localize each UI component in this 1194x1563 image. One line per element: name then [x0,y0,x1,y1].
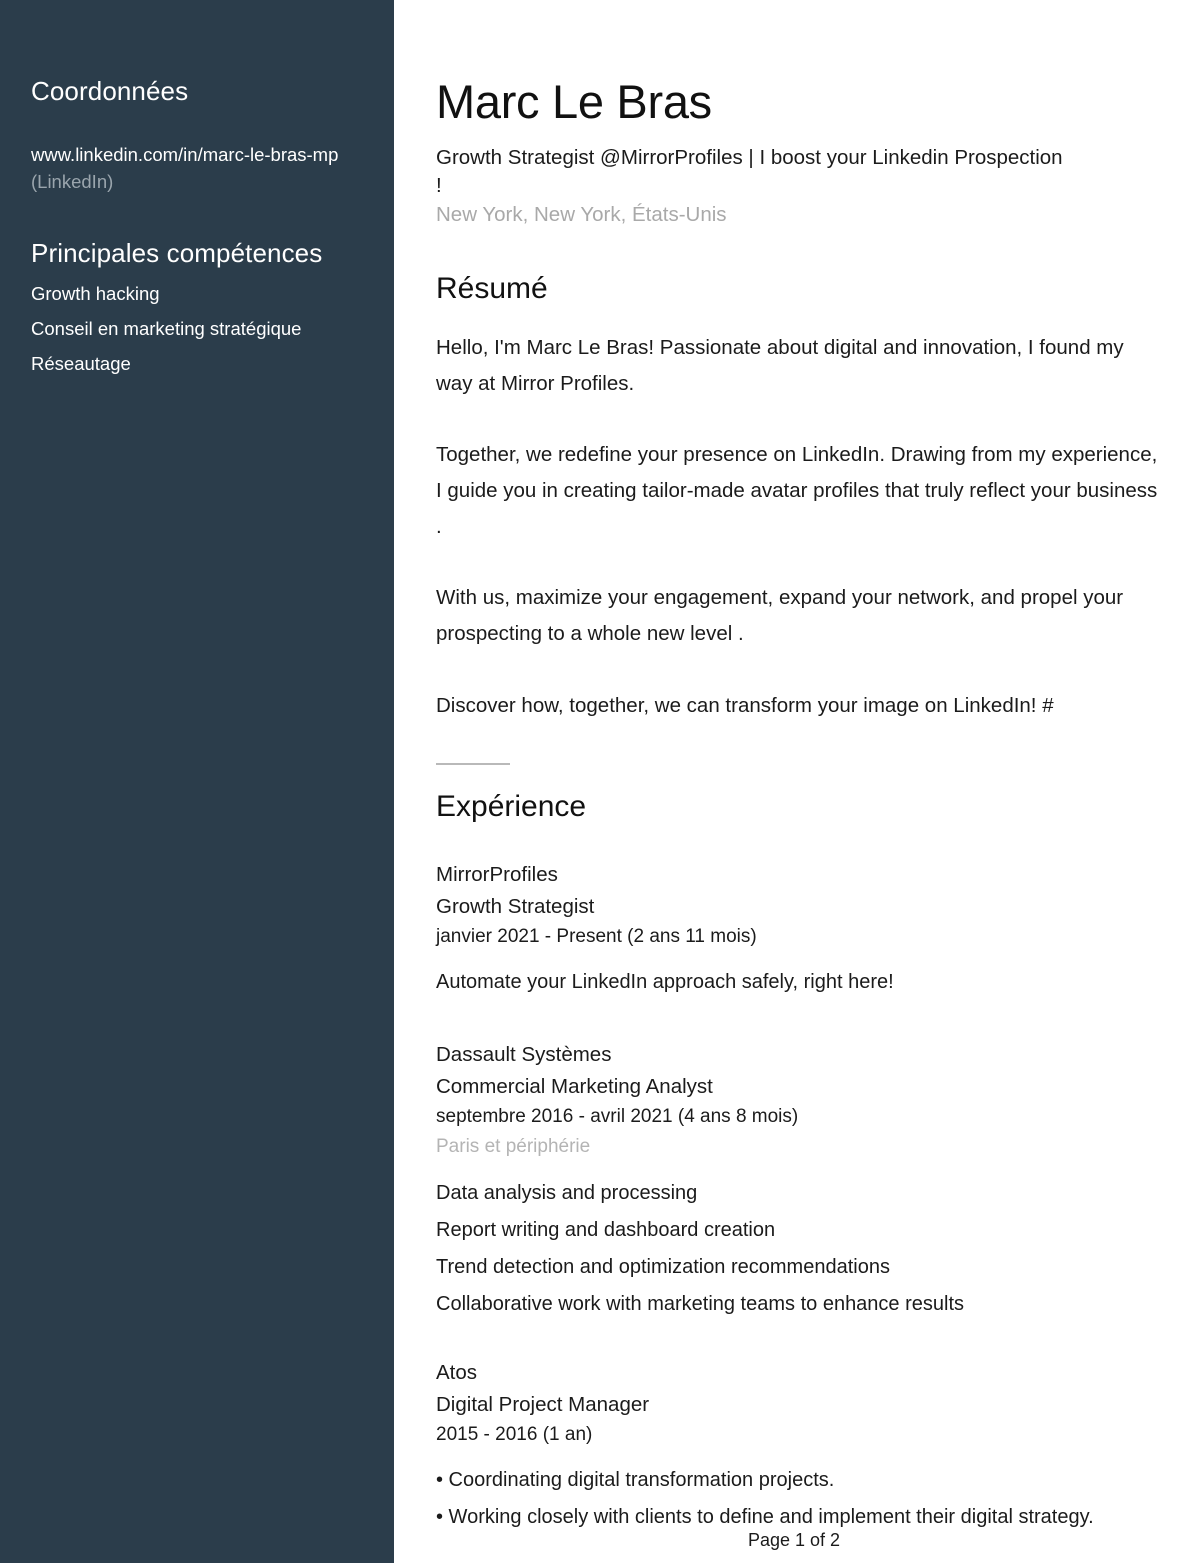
job-dates: 2015 - 2016 (1 an) [436,1424,593,1445]
summary-paragraph: Discover how, together, we can transform… [436,694,1054,717]
job-dates: septembre 2016 - avril 2021 (4 ans 8 moi… [436,1106,799,1127]
sidebar-skill-item: Réseautage [31,353,131,374]
experience-entry: Atos Digital Project Manager 2015 - 2016… [436,1356,1166,1536]
job-bullet: Trend detection and optimization recomme… [436,1256,890,1278]
sidebar-skill-item: Conseil en marketing stratégique [31,318,302,339]
job-dates: janvier 2021 - Present (2 ans 11 mois) [436,926,757,947]
profile-headline: Growth Strategist @MirrorProfiles | I bo… [436,146,1063,197]
sidebar: Coordonnées www.linkedin.com/in/marc-le-… [0,0,394,1563]
linkedin-url-label: (LinkedIn) [31,171,114,192]
job-bullet: Data analysis and processing [436,1182,698,1204]
experience-entry: Dassault Systèmes Commercial Marketing A… [436,1038,1166,1323]
experience-entry: MirrorProfiles Growth Strategist janvier… [436,858,1166,1001]
job-bullet: Collaborative work with marketing teams … [436,1293,965,1315]
job-bullet-list: Automate your LinkedIn approach safely, … [436,964,1166,1001]
linkedin-url-text: www.linkedin.com/in/marc-le-bras-mp [31,144,339,165]
job-bullet: Report writing and dashboard creation [436,1219,776,1241]
job-company: MirrorProfiles [436,863,558,886]
summary-paragraph: Together, we redefine your presence on L… [436,443,1158,538]
section-title-experience: Expérience [436,790,587,823]
main-content: Marc Le Bras Growth Strategist @MirrorPr… [394,0,1194,1563]
resume-page: Coordonnées www.linkedin.com/in/marc-le-… [0,0,1194,1563]
summary-paragraph: With us, maximize your engagement, expan… [436,586,1124,645]
job-role: Digital Project Manager [436,1393,650,1416]
job-bullet: • Coordinating digital transformation pr… [436,1469,835,1491]
job-role: Growth Strategist [436,895,595,918]
sidebar-heading-skills: Principales compétences [31,238,323,268]
job-bullet: Automate your LinkedIn approach safely, … [436,971,894,993]
job-company: Dassault Systèmes [436,1043,612,1066]
profile-location: New York, New York, États-Unis [436,203,727,226]
page-title: Marc Le Bras [436,75,712,128]
job-location: Paris et périphérie [436,1136,591,1157]
job-company: Atos [436,1361,478,1384]
job-role: Commercial Marketing Analyst [436,1075,713,1098]
sidebar-linkedin-url[interactable]: www.linkedin.com/in/marc-le-bras-mp (Lin… [31,141,379,195]
page-footer: Page 1 of 2 [747,1530,841,1550]
section-title-summary: Résumé [436,272,548,305]
job-bullet-list: • Coordinating digital transformation pr… [436,1462,1166,1536]
summary-paragraph: Hello, I'm Marc Le Bras! Passionate abou… [436,336,1124,395]
job-bullet-list: Data analysis and processing Report writ… [436,1175,1166,1323]
sidebar-heading-contact: Coordonnées [31,76,189,106]
section-divider [436,763,510,765]
sidebar-skill-item: Growth hacking [31,283,160,304]
